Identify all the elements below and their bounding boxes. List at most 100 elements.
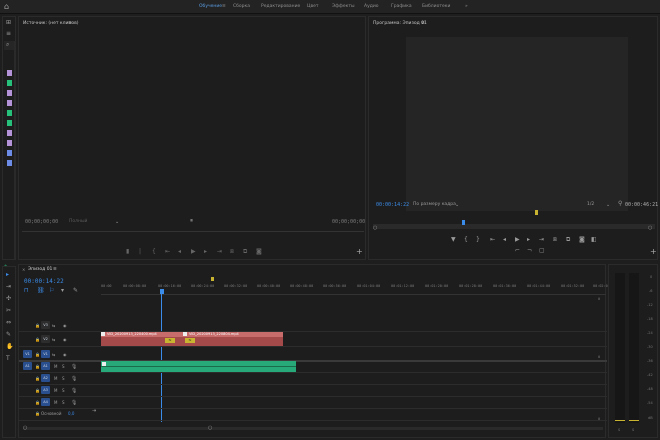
- slip-icon[interactable]: ⇔: [6, 320, 11, 326]
- program-playhead[interactable]: [462, 220, 465, 225]
- add-button-icon[interactable]: +: [356, 248, 363, 256]
- program-quality-dropdown[interactable]: 1/2: [587, 202, 594, 207]
- razor-icon[interactable]: ✂: [6, 308, 11, 314]
- mute-button[interactable]: M: [54, 376, 57, 381]
- compare-icon[interactable]: ◧: [591, 237, 597, 243]
- solo-button[interactable]: S: [618, 428, 620, 432]
- source-timecode-out[interactable]: 00;00;00;00: [332, 219, 365, 225]
- track-v1-target[interactable]: V1: [41, 350, 50, 358]
- chevron-down-icon[interactable]: ⌄: [115, 219, 119, 225]
- source-menu-icon[interactable]: ≡: [68, 21, 72, 26]
- export-frame-icon[interactable]: ◙: [256, 249, 262, 255]
- workspace-tab-audio[interactable]: Аудио: [364, 4, 379, 9]
- add-marker-icon[interactable]: ▼: [451, 237, 456, 243]
- scrub-start-icon[interactable]: ○: [373, 225, 377, 231]
- lock-icon[interactable]: 🔒: [35, 400, 40, 406]
- video-clip[interactable]: VID_20200913_220804.mp4 fx: [183, 332, 283, 346]
- program-title[interactable]: Программа: Эпизод 01: [373, 21, 427, 26]
- program-timecode-duration[interactable]: 00:00:46:21: [625, 202, 658, 208]
- linked-selection-icon[interactable]: ⛓: [37, 288, 45, 294]
- track-a2-target[interactable]: A2: [41, 374, 50, 382]
- step-back-icon[interactable]: ◂: [503, 237, 506, 243]
- solo-button[interactable]: S: [62, 376, 65, 381]
- workspace-tab-learning[interactable]: Обучение: [199, 4, 222, 9]
- eye-icon[interactable]: ◉: [63, 337, 67, 343]
- mute-button[interactable]: M: [54, 400, 57, 405]
- sync-icon[interactable]: ⇆: [52, 323, 55, 329]
- microphone-icon[interactable]: 🎙: [71, 364, 77, 370]
- workspace-tab-assembly[interactable]: Сборка: [233, 4, 250, 9]
- sync-icon[interactable]: ⇆: [52, 352, 55, 358]
- export-frame-icon[interactable]: ◙: [579, 237, 585, 243]
- lock-icon[interactable]: 🔒: [35, 352, 40, 358]
- source-fit-dropdown[interactable]: Полный: [69, 219, 87, 224]
- pen-icon[interactable]: ✎: [6, 332, 11, 338]
- trim-icon[interactable]: ⌐: [515, 248, 520, 254]
- mark-out-icon[interactable]: |: [139, 249, 141, 255]
- search-icon[interactable]: ⌕: [6, 42, 9, 48]
- source-patch-v1[interactable]: V1: [23, 350, 32, 358]
- workspace-tab-effects[interactable]: Эффекты: [332, 4, 355, 9]
- track-a3-target[interactable]: A3: [41, 386, 50, 394]
- source-scrub-bar[interactable]: [22, 231, 364, 232]
- go-out-icon[interactable]: ⇥: [539, 237, 544, 243]
- program-video-frame[interactable]: [406, 37, 628, 211]
- mark-out-icon[interactable]: }: [476, 237, 480, 243]
- workspace-tab-color[interactable]: Цвет: [307, 4, 319, 9]
- step-forward-icon[interactable]: ▸: [527, 237, 530, 243]
- selection-tool-icon[interactable]: ▸: [6, 272, 9, 278]
- master-volume[interactable]: 0,0: [68, 411, 74, 416]
- track-v2-target[interactable]: V2: [41, 335, 50, 343]
- marker-icon[interactable]: ▾: [61, 288, 64, 294]
- snap-icon[interactable]: ⊓: [24, 288, 29, 294]
- lock-icon[interactable]: 🔒: [35, 411, 40, 417]
- solo-button[interactable]: S: [62, 364, 65, 369]
- settings-icon[interactable]: ✎: [73, 288, 78, 294]
- trim-out-icon[interactable]: ¬: [527, 248, 532, 254]
- track-a1-target[interactable]: A1: [41, 362, 50, 370]
- program-fit-dropdown[interactable]: По размеру кадра: [413, 202, 456, 207]
- workspace-more-icon[interactable]: »: [465, 4, 468, 9]
- audio-clip[interactable]: [101, 361, 296, 372]
- lift-icon[interactable]: ⧈: [553, 237, 557, 243]
- close-icon[interactable]: ×: [22, 267, 25, 273]
- brace-icon[interactable]: {: [152, 249, 156, 255]
- safe-margins-icon[interactable]: ▢: [539, 248, 545, 254]
- lock-icon[interactable]: 🔒: [35, 376, 40, 382]
- workspace-tab-libraries[interactable]: Библиотеки: [422, 4, 450, 9]
- solo-button[interactable]: S: [62, 400, 65, 405]
- sequence-tab[interactable]: Эпизод 01: [28, 267, 52, 272]
- type-icon[interactable]: T: [6, 356, 10, 362]
- play-icon[interactable]: ▶: [191, 249, 196, 255]
- add-button-icon[interactable]: +: [650, 248, 657, 256]
- scrollbar[interactable]: [14, 41, 16, 259]
- mute-button[interactable]: M: [54, 388, 57, 393]
- horizontal-scrollbar[interactable]: [23, 427, 603, 430]
- scroll-start-icon[interactable]: ○: [23, 425, 27, 431]
- wrench-icon[interactable]: ⚲: [618, 201, 622, 207]
- playhead-line[interactable]: [161, 294, 162, 422]
- sync-icon[interactable]: ⇆: [52, 337, 55, 343]
- program-timecode-current[interactable]: 00:00:14:22: [376, 202, 409, 208]
- ripple-edit-icon[interactable]: ✣: [6, 296, 11, 302]
- microphone-icon[interactable]: 🎙: [71, 400, 77, 406]
- sequence-menu-icon[interactable]: ≡: [53, 267, 57, 272]
- mark-in-icon[interactable]: ▮: [126, 249, 129, 255]
- step-back-icon[interactable]: ◂: [178, 249, 181, 255]
- lock-icon[interactable]: 🔒: [35, 337, 40, 343]
- eye-icon[interactable]: ◉: [63, 323, 67, 329]
- insert-icon[interactable]: ⧈: [230, 249, 234, 255]
- scrub-end-icon[interactable]: ○: [648, 225, 652, 231]
- lock-icon[interactable]: 🔒: [35, 388, 40, 394]
- track-select-icon[interactable]: ⇥: [6, 284, 11, 290]
- workspace-tab-graphics[interactable]: Графика: [391, 4, 412, 9]
- track-a4-target[interactable]: A4: [41, 398, 50, 406]
- panel-menu-icon[interactable]: ⊞: [6, 20, 11, 26]
- lock-icon[interactable]: 🔒: [35, 364, 40, 370]
- video-clip[interactable]: VID_20200913_220400.mp4 fx: [101, 332, 183, 346]
- nest-icon[interactable]: ⚐: [49, 288, 54, 294]
- mark-in-icon[interactable]: {: [464, 237, 468, 243]
- overwrite-icon[interactable]: ⧉: [243, 249, 247, 255]
- play-icon[interactable]: ▶: [515, 237, 520, 243]
- workspace-menu-icon[interactable]: ≡: [222, 4, 226, 9]
